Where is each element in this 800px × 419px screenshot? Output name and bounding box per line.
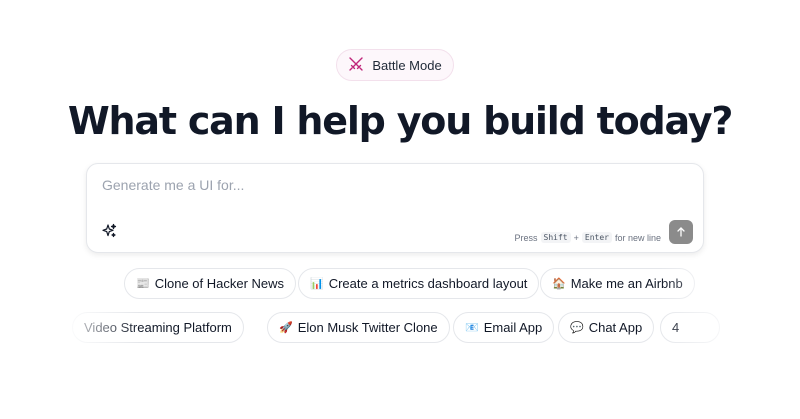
house-icon: 🏠 <box>552 278 566 290</box>
battle-mode-label: Battle Mode <box>372 57 442 73</box>
suggestion-chip[interactable]: 📧 Email App <box>453 312 555 343</box>
rocket-icon: 🚀 <box>279 322 293 334</box>
chip-label: Chat App <box>588 320 643 335</box>
newspaper-icon: 📰 <box>136 278 150 290</box>
chip-label: Video Streaming Platform <box>84 320 232 335</box>
page-title: What can I help you build today? <box>67 99 734 143</box>
chip-label: Clone of Hacker News <box>154 276 285 291</box>
suggestion-chip[interactable]: 4 <box>660 312 720 343</box>
suggestion-chip[interactable]: 📰 Clone of Hacker News <box>124 268 297 299</box>
newline-hint: Press Shift + Enter for new line <box>514 232 661 243</box>
sparkle-icon[interactable] <box>101 223 117 239</box>
shift-key: Shift <box>540 232 571 243</box>
battle-mode-button[interactable]: Battle Mode <box>336 49 454 81</box>
suggestion-chip[interactable]: 💬 Chat App <box>558 312 655 343</box>
arrow-up-icon <box>677 227 685 237</box>
chip-label: Elon Musk Twitter Clone <box>297 320 438 335</box>
hint-press: Press <box>514 232 538 243</box>
suggestion-chip[interactable]: Video Streaming Platform <box>72 312 244 343</box>
prompt-container: Press Shift + Enter for new line <box>86 163 704 253</box>
chip-label: Email App <box>483 320 543 335</box>
suggestion-chip[interactable]: 🚀 Elon Musk Twitter Clone <box>267 312 450 343</box>
hint-suffix: for new line <box>614 232 661 243</box>
enter-key: Enter <box>581 232 612 243</box>
chip-label: 4 <box>672 320 680 335</box>
chip-label: Make me an Airbnb <box>570 276 683 291</box>
chip-label: Create a metrics dashboard layout <box>328 276 528 291</box>
suggestion-chip[interactable]: 📊 Create a metrics dashboard layout <box>298 268 540 299</box>
hint-plus: + <box>573 232 579 243</box>
suggestion-chip[interactable]: 🏠 Make me an Airbnb <box>540 268 695 299</box>
email-icon: 📧 <box>465 322 479 334</box>
send-button[interactable] <box>669 220 693 244</box>
speech-bubble-icon: 💬 <box>570 322 584 334</box>
prompt-input[interactable] <box>100 176 664 194</box>
chart-icon: 📊 <box>310 278 324 290</box>
crossed-swords-icon <box>348 56 364 75</box>
